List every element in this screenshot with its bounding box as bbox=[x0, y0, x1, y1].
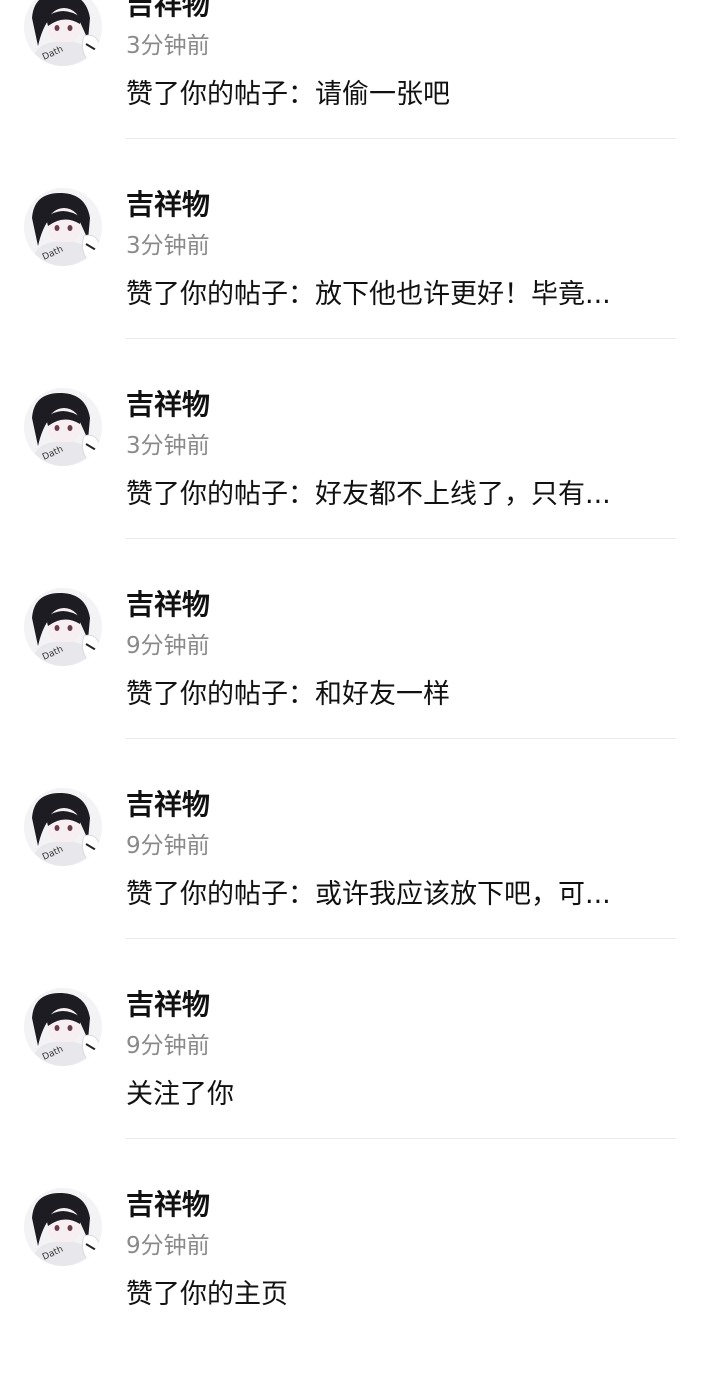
notification-message[interactable]: 赞了你的帖子：和好友一样 bbox=[126, 677, 450, 713]
user-name[interactable]: 吉祥物 bbox=[126, 788, 210, 822]
avatar[interactable]: Dath bbox=[24, 1188, 102, 1266]
divider bbox=[125, 1138, 676, 1139]
divider bbox=[125, 738, 676, 739]
notification-message[interactable]: 赞了你的帖子：请偷一张吧 bbox=[126, 77, 450, 113]
user-name[interactable]: 吉祥物 bbox=[126, 0, 210, 22]
anime-avatar-icon: Dath bbox=[24, 388, 102, 466]
anime-avatar-icon: Dath bbox=[24, 188, 102, 266]
user-name[interactable]: 吉祥物 bbox=[126, 1188, 210, 1222]
anime-avatar-icon: Dath bbox=[24, 788, 102, 866]
anime-avatar-icon: Dath bbox=[24, 1188, 102, 1266]
notification-message[interactable]: 赞了你的帖子：或许我应该放下吧，可... bbox=[126, 877, 611, 913]
notification-item[interactable]: Dath 吉祥物 3分钟前 赞了你的帖子：请偷一张吧 bbox=[0, 0, 708, 188]
anime-avatar-icon: Dath bbox=[24, 988, 102, 1066]
avatar[interactable]: Dath bbox=[24, 588, 102, 666]
avatar[interactable]: Dath bbox=[24, 788, 102, 866]
notification-item[interactable]: Dath 吉祥物 3分钟前 赞了你的帖子：放下他也许更好！毕竟... bbox=[0, 188, 708, 388]
notification-message[interactable]: 赞了你的帖子：放下他也许更好！毕竟... bbox=[126, 277, 611, 313]
avatar[interactable]: Dath bbox=[24, 0, 102, 66]
notification-item[interactable]: Dath 吉祥物 9分钟前 赞了你的帖子：或许我应该放下吧，可... bbox=[0, 788, 708, 988]
divider bbox=[125, 538, 676, 539]
user-name[interactable]: 吉祥物 bbox=[126, 988, 210, 1022]
timestamp: 3分钟前 bbox=[126, 433, 210, 459]
anime-avatar-icon: Dath bbox=[24, 588, 102, 666]
timestamp: 9分钟前 bbox=[126, 1233, 210, 1259]
timestamp: 9分钟前 bbox=[126, 1033, 210, 1059]
notification-item[interactable]: Dath 吉祥物 9分钟前 赞了你的主页 bbox=[0, 1188, 708, 1388]
divider bbox=[125, 938, 676, 939]
notification-item[interactable]: Dath 吉祥物 3分钟前 赞了你的帖子：好友都不上线了，只有... bbox=[0, 388, 708, 588]
timestamp: 9分钟前 bbox=[126, 833, 210, 859]
anime-avatar-icon: Dath bbox=[24, 0, 102, 66]
divider bbox=[125, 138, 676, 139]
avatar[interactable]: Dath bbox=[24, 388, 102, 466]
user-name[interactable]: 吉祥物 bbox=[126, 388, 210, 422]
user-name[interactable]: 吉祥物 bbox=[126, 588, 210, 622]
timestamp: 9分钟前 bbox=[126, 633, 210, 659]
avatar[interactable]: Dath bbox=[24, 188, 102, 266]
notification-message[interactable]: 赞了你的帖子：好友都不上线了，只有... bbox=[126, 477, 611, 513]
notification-message[interactable]: 赞了你的主页 bbox=[126, 1277, 288, 1313]
notification-message[interactable]: 关注了你 bbox=[126, 1077, 234, 1113]
divider bbox=[125, 338, 676, 339]
notification-item[interactable]: Dath 吉祥物 9分钟前 关注了你 bbox=[0, 988, 708, 1188]
timestamp: 3分钟前 bbox=[126, 33, 210, 59]
user-name[interactable]: 吉祥物 bbox=[126, 188, 210, 222]
notification-list: Dath 吉祥物 3分钟前 赞了你的帖子：请偷一张吧 Dath 吉祥物 3分钟前 bbox=[0, 0, 708, 1388]
notification-item[interactable]: Dath 吉祥物 9分钟前 赞了你的帖子：和好友一样 bbox=[0, 588, 708, 788]
avatar[interactable]: Dath bbox=[24, 988, 102, 1066]
timestamp: 3分钟前 bbox=[126, 233, 210, 259]
